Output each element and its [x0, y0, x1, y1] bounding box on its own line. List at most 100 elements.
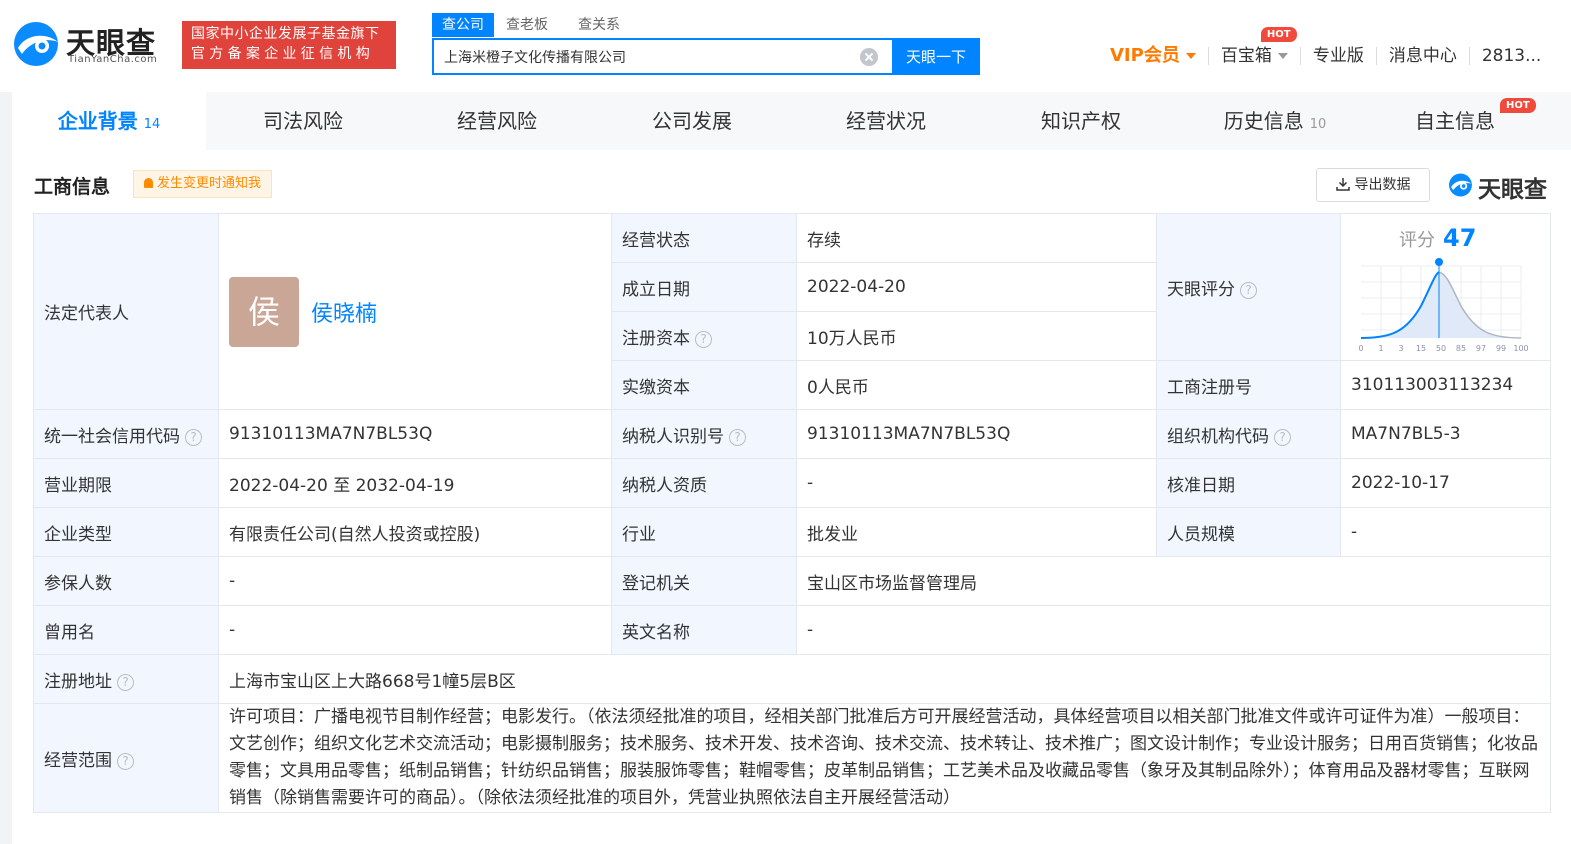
paid-capital-value: 0人民币	[796, 360, 1157, 410]
top-header: 天眼查 TianYanCha.com 国家中小企业发展子基金旗下 官方备案企业征…	[0, 0, 1571, 92]
logo-eye-icon	[14, 22, 58, 66]
table-row: 经营范围? 许可项目：广播电视节目制作经营；电影发行。（依法须经批准的项目，经相…	[33, 703, 1551, 813]
tab-label: 经营风险	[457, 109, 537, 133]
org-code-label-cell: 组织机构代码?	[1156, 409, 1341, 459]
legal-rep-name-link[interactable]: 侯晓楠	[311, 302, 377, 327]
tab-development[interactable]: 公司发展	[595, 92, 789, 150]
approved-value: 2022-10-17	[1340, 458, 1551, 508]
help-icon[interactable]: ?	[1274, 428, 1291, 446]
notify-button[interactable]: 发生变更时通知我	[133, 170, 273, 198]
export-button[interactable]: 导出数据	[1316, 168, 1430, 202]
score-label: 天眼评分	[1167, 279, 1235, 300]
vip-label: VIP会员	[1110, 45, 1180, 66]
tab-history[interactable]: 历史信息 10	[1178, 92, 1372, 150]
help-icon[interactable]: ?	[117, 752, 134, 770]
table-row: 统一社会信用代码? 91310113MA7N7BL53Q 纳税人识别号? 913…	[33, 409, 1551, 459]
section-title: 工商信息	[34, 176, 111, 198]
axis-tick: 15	[1416, 344, 1426, 353]
official-badge: 国家中小企业发展子基金旗下 官方备案企业征信机构	[182, 21, 396, 69]
hot-badge: HOT	[1500, 98, 1536, 113]
reg-no-label: 工商注册号	[1156, 360, 1341, 410]
search-tab-relation[interactable]: 查关系	[568, 13, 630, 37]
founded-label: 成立日期	[611, 262, 797, 312]
score-marker-dot	[1435, 258, 1443, 266]
score-distribution-chart: 0 1 3 15 50 85 97 99 100	[1358, 258, 1529, 353]
axis-tick: 1	[1378, 344, 1383, 353]
address-label: 注册地址	[44, 671, 112, 692]
term-value: 2022-04-20 至 2032-04-19	[218, 458, 612, 508]
former-name-label: 曾用名	[33, 605, 219, 655]
logo-domain: TianYanCha.com	[68, 54, 158, 65]
axis-tick: 0	[1358, 344, 1363, 353]
authority-value: 宝山区市场监督管理局	[796, 556, 1551, 606]
tab-count: 14	[143, 117, 161, 132]
site-logo[interactable]: 天眼查 TianYanCha.com	[12, 20, 172, 68]
scope-label-cell: 经营范围?	[33, 703, 219, 813]
score-value: 47	[1443, 224, 1477, 252]
help-icon[interactable]: ?	[1240, 281, 1257, 299]
status-label: 经营状态	[611, 213, 797, 263]
hot-badge: HOT	[1260, 27, 1297, 42]
axis-tick: 3	[1398, 344, 1403, 353]
axis-tick: 99	[1496, 344, 1506, 353]
address-value: 上海市宝山区上大路668号1幢5层B区	[218, 654, 1551, 704]
org-code-label: 组织机构代码	[1167, 426, 1269, 447]
term-label: 营业期限	[33, 458, 219, 508]
badge-line-1: 国家中小企业发展子基金旗下	[191, 26, 380, 42]
legal-rep-cell: 侯侯晓楠	[218, 213, 612, 410]
avatar: 侯	[229, 276, 299, 347]
search-tab-boss[interactable]: 查老板	[496, 13, 558, 37]
axis-tick: 100	[1513, 344, 1528, 353]
table-row: 注册地址? 上海市宝山区上大路668号1幢5层B区	[33, 654, 1551, 704]
baobox-label: 百宝箱	[1220, 46, 1272, 66]
authority-label: 登记机关	[611, 556, 797, 606]
help-icon[interactable]: ?	[185, 428, 202, 446]
tab-operation-status[interactable]: 经营状况	[789, 92, 983, 150]
tab-label: 司法风险	[263, 109, 343, 133]
help-icon[interactable]: ?	[729, 428, 746, 446]
logo-eye-icon	[1449, 173, 1472, 197]
tab-operating-risk[interactable]: 经营风险	[400, 92, 594, 150]
paid-capital-label: 实缴资本	[611, 360, 797, 410]
type-value: 有限责任公司(自然人投资或控股)	[218, 507, 612, 557]
user-menu[interactable]: 2813...	[1470, 44, 1553, 68]
reg-capital-value: 10万人民币	[796, 311, 1157, 361]
taxpayer-qual-label: 纳税人资质	[611, 458, 797, 508]
taxpayer-id-label-cell: 纳税人识别号?	[611, 409, 797, 459]
score-cell: 评分 47 0 1 3 15 50 85 97 99 100	[1340, 213, 1551, 361]
search-type-tabs: 查公司 查老板 查关系	[432, 13, 640, 37]
tab-label: 知识产权	[1041, 109, 1121, 133]
message-center-link[interactable]: 消息中心	[1377, 44, 1469, 68]
score-axis: 0 1 3 15 50 85 97 99 100	[1358, 344, 1528, 353]
search-input[interactable]	[434, 40, 834, 73]
insured-label: 参保人数	[33, 556, 219, 606]
legal-rep-label: 法定代表人	[33, 213, 219, 410]
tab-ip[interactable]: 知识产权	[984, 92, 1178, 150]
table-row: 营业期限 2022-04-20 至 2032-04-19 纳税人资质 - 核准日…	[33, 458, 1551, 508]
pro-link[interactable]: 专业版	[1301, 44, 1376, 68]
status-value: 存续	[796, 213, 1157, 263]
help-icon[interactable]: ?	[695, 330, 712, 348]
scope-value: 许可项目：广播电视节目制作经营；电影发行。（依法须经批准的项目，经相关部门批准后…	[218, 703, 1551, 813]
baobox-menu[interactable]: 百宝箱 HOT	[1209, 27, 1300, 68]
company-tabs: 企业背景 14 司法风险 经营风险 公司发展 经营状况 知识产权 历史信息 10 自…	[12, 92, 1571, 150]
reg-capital-label-cell: 注册资本?	[611, 311, 797, 361]
tab-judicial-risk[interactable]: 司法风险	[206, 92, 400, 150]
table-row: 企业类型 有限责任公司(自然人投资或控股) 行业 批发业 人员规模 -	[33, 507, 1551, 557]
score-label-cell: 天眼评分?	[1156, 213, 1341, 361]
business-info-table: 法定代表人 侯侯晓楠 经营状态 存续 天眼评分? 评分 47 0 1 3 15 …	[33, 213, 1551, 813]
axis-tick: 97	[1476, 344, 1486, 353]
watermark-text: 天眼查	[1478, 177, 1547, 203]
help-icon[interactable]: ?	[117, 673, 134, 691]
tab-label: 历史信息	[1223, 109, 1304, 133]
vip-menu[interactable]: VIP会员	[1098, 44, 1208, 68]
search-tab-company[interactable]: 查公司	[432, 13, 494, 37]
clear-icon[interactable]	[860, 48, 878, 66]
tab-label: 经营状况	[846, 109, 926, 133]
tab-self-info[interactable]: 自主信息 HOT	[1358, 92, 1552, 150]
english-name-value: -	[796, 605, 1551, 655]
tab-label: 公司发展	[652, 109, 732, 133]
tab-background[interactable]: 企业背景 14	[12, 92, 206, 150]
org-code-value: MA7N7BL5-3	[1340, 409, 1551, 459]
search-button[interactable]: 天眼一下	[892, 38, 980, 75]
